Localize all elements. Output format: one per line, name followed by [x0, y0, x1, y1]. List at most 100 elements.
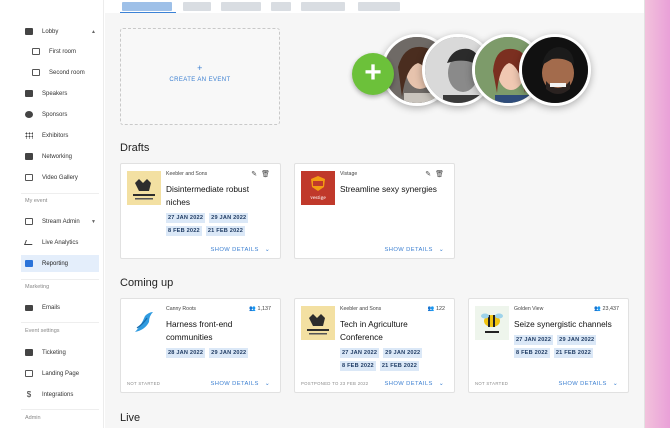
chevron-down-icon: ⌄	[612, 381, 618, 387]
gear-icon	[25, 111, 33, 118]
tab-past-events[interactable]	[301, 2, 345, 11]
event-card[interactable]: Keebler and Sons 👥 122 Tech in Agricultu…	[294, 298, 455, 393]
contacts-icon	[25, 153, 33, 160]
company-name: Vistage	[340, 171, 358, 177]
dots-grid-icon	[25, 132, 33, 139]
sidebar-item-emails[interactable]: Emails	[21, 299, 99, 316]
sidebar-header-event-settings: Event settings	[25, 328, 60, 334]
event-dates: 27 JAN 2022 29 JAN 2022 8 FEB 2022 21 FE…	[514, 335, 624, 358]
sidebar-item-landing-page[interactable]: Landing Page	[21, 365, 99, 382]
event-card[interactable]: Keebler and Sons ✎ 🗑 Disintermediate robu…	[120, 163, 281, 259]
add-speaker-button[interactable]: +	[352, 53, 394, 95]
title-line: Streamline sexy synergies	[340, 184, 437, 194]
event-dates: 27 JAN 2022 29 JAN 2022 8 FEB 2022 21 FE…	[340, 348, 450, 371]
sidebar-header-admin: Admin	[25, 415, 41, 421]
attendee-count: 👥 23,437	[594, 306, 619, 312]
show-details-label: SHOW DETAILS	[558, 381, 607, 387]
plus-icon: +	[197, 63, 203, 73]
event-title[interactable]: Harness front-end communities	[166, 318, 274, 344]
date-chip: 21 FEB 2022	[205, 226, 246, 236]
event-title[interactable]: Tech in Agriculture Conference	[340, 318, 448, 344]
create-event-button[interactable]: + CREATE AN EVENT	[120, 28, 280, 125]
title-line: Disintermediate robust	[166, 184, 250, 194]
show-details-button[interactable]: SHOW DETAILS ⌄	[385, 381, 444, 387]
tab-bar	[105, 0, 644, 13]
sidebar-item-label: Integrations	[42, 391, 74, 398]
date-chip: 21 FEB 2022	[379, 361, 420, 371]
attendee-count-value: 1,137	[257, 306, 272, 312]
edit-icon[interactable]: ✎	[251, 171, 257, 178]
sidebar-item-networking[interactable]: Networking	[21, 148, 99, 165]
event-card[interactable]: Canny Roots 👥 1,137 Harness front-end co…	[120, 298, 281, 393]
sidebar-item-video-gallery[interactable]: Video Gallery	[21, 169, 99, 186]
show-details-button[interactable]: SHOW DETAILS ⌄	[385, 247, 444, 253]
sidebar-header-marketing: Marketing	[25, 284, 50, 290]
attendee-count: 👥 1,137	[249, 306, 271, 312]
sidebar-item-label: Ticketing	[42, 349, 66, 356]
event-title[interactable]: Disintermediate robust niches	[166, 183, 274, 209]
sidebar-item-speakers[interactable]: Speakers	[21, 85, 99, 102]
sidebar-item-integrations[interactable]: $ Integrations	[21, 386, 99, 403]
event-title[interactable]: Seize synergistic channels	[514, 318, 622, 331]
main-content: + CREATE AN EVENT + Drafts Keebler and S…	[105, 0, 645, 428]
event-card[interactable]: Golden View 👥 23,437 Seize synergistic c…	[468, 298, 629, 393]
sidebar-item-first-room[interactable]: First room	[21, 43, 99, 60]
tab-drafts[interactable]	[183, 2, 211, 11]
moose-logo	[127, 171, 161, 205]
delete-icon[interactable]: 🗑	[435, 170, 444, 178]
sidebar-item-stream-admin[interactable]: Stream Admin ▼	[21, 213, 99, 230]
show-details-button[interactable]: SHOW DETAILS ⌄	[211, 247, 270, 253]
tab-coming-up[interactable]	[221, 2, 261, 11]
section-title-drafts: Drafts	[120, 142, 150, 154]
ticket-icon	[25, 349, 33, 356]
status-badge: NOT STARTED	[475, 381, 509, 386]
mail-icon	[25, 304, 33, 311]
divider	[21, 279, 99, 280]
show-details-button[interactable]: SHOW DETAILS ⌄	[211, 381, 270, 387]
date-chip: 29 JAN 2022	[383, 348, 423, 358]
edit-icon[interactable]: ✎	[425, 171, 431, 178]
speaker-avatar-4[interactable]	[519, 34, 591, 106]
event-card[interactable]: vestige Vistage ✎ 🗑 Streamline sexy syner…	[294, 163, 455, 259]
moose-logo	[301, 306, 335, 340]
sidebar-item-sponsors[interactable]: Sponsors	[21, 106, 99, 123]
company-name: Keebler and Sons	[166, 171, 208, 177]
sidebar-item-second-room[interactable]: Second room	[21, 64, 99, 81]
tab-archived[interactable]	[358, 2, 400, 11]
title-line: Tech in Agriculture	[340, 319, 408, 329]
tab-all-events[interactable]	[122, 2, 172, 11]
sidebar-item-label: Landing Page	[42, 370, 80, 377]
logo-text: vestige	[310, 195, 326, 201]
delete-icon[interactable]: 🗑	[261, 170, 270, 178]
sidebar-item-label: Networking	[42, 153, 73, 160]
chart-icon	[25, 260, 33, 267]
sidebar-item-label: Second room	[49, 69, 85, 76]
company-name: Golden View	[514, 306, 544, 312]
sidebar-item-ticketing[interactable]: Ticketing	[21, 344, 99, 361]
attendee-count-value: 23,437	[602, 306, 620, 312]
sidebar-item-lobby[interactable]: Lobby ▲	[21, 23, 99, 40]
person-icon	[25, 90, 33, 97]
event-title[interactable]: Streamline sexy synergies	[340, 183, 448, 196]
chevron-up-icon[interactable]: ▲	[91, 29, 96, 35]
dollar-icon: $	[26, 390, 32, 399]
tab-live[interactable]	[271, 2, 291, 11]
people-icon: 👥	[249, 306, 256, 312]
bee-logo	[475, 306, 509, 340]
chevron-down-icon: ⌄	[264, 381, 270, 387]
chevron-down-icon[interactable]: ▼	[91, 219, 96, 225]
title-line: Harness front-end	[166, 319, 233, 329]
date-chip: 8 FEB 2022	[514, 348, 550, 358]
title-line: communities	[166, 332, 213, 342]
show-details-label: SHOW DETAILS	[384, 381, 433, 387]
sidebar: Lobby ▲ First room Second room Speakers …	[17, 0, 104, 428]
show-details-button[interactable]: SHOW DETAILS ⌄	[559, 381, 618, 387]
sidebar-item-label: Stream Admin	[42, 218, 80, 225]
title-line: niches	[166, 197, 190, 207]
sidebar-item-exhibitors[interactable]: Exhibitors	[21, 127, 99, 144]
sidebar-item-live-analytics[interactable]: Live Analytics	[21, 234, 99, 251]
create-event-label: CREATE AN EVENT	[169, 77, 231, 83]
card-actions: ✎ 🗑	[425, 170, 444, 178]
sidebar-item-reporting[interactable]: Reporting	[21, 255, 99, 272]
attendee-count: 👥 122	[428, 306, 445, 312]
